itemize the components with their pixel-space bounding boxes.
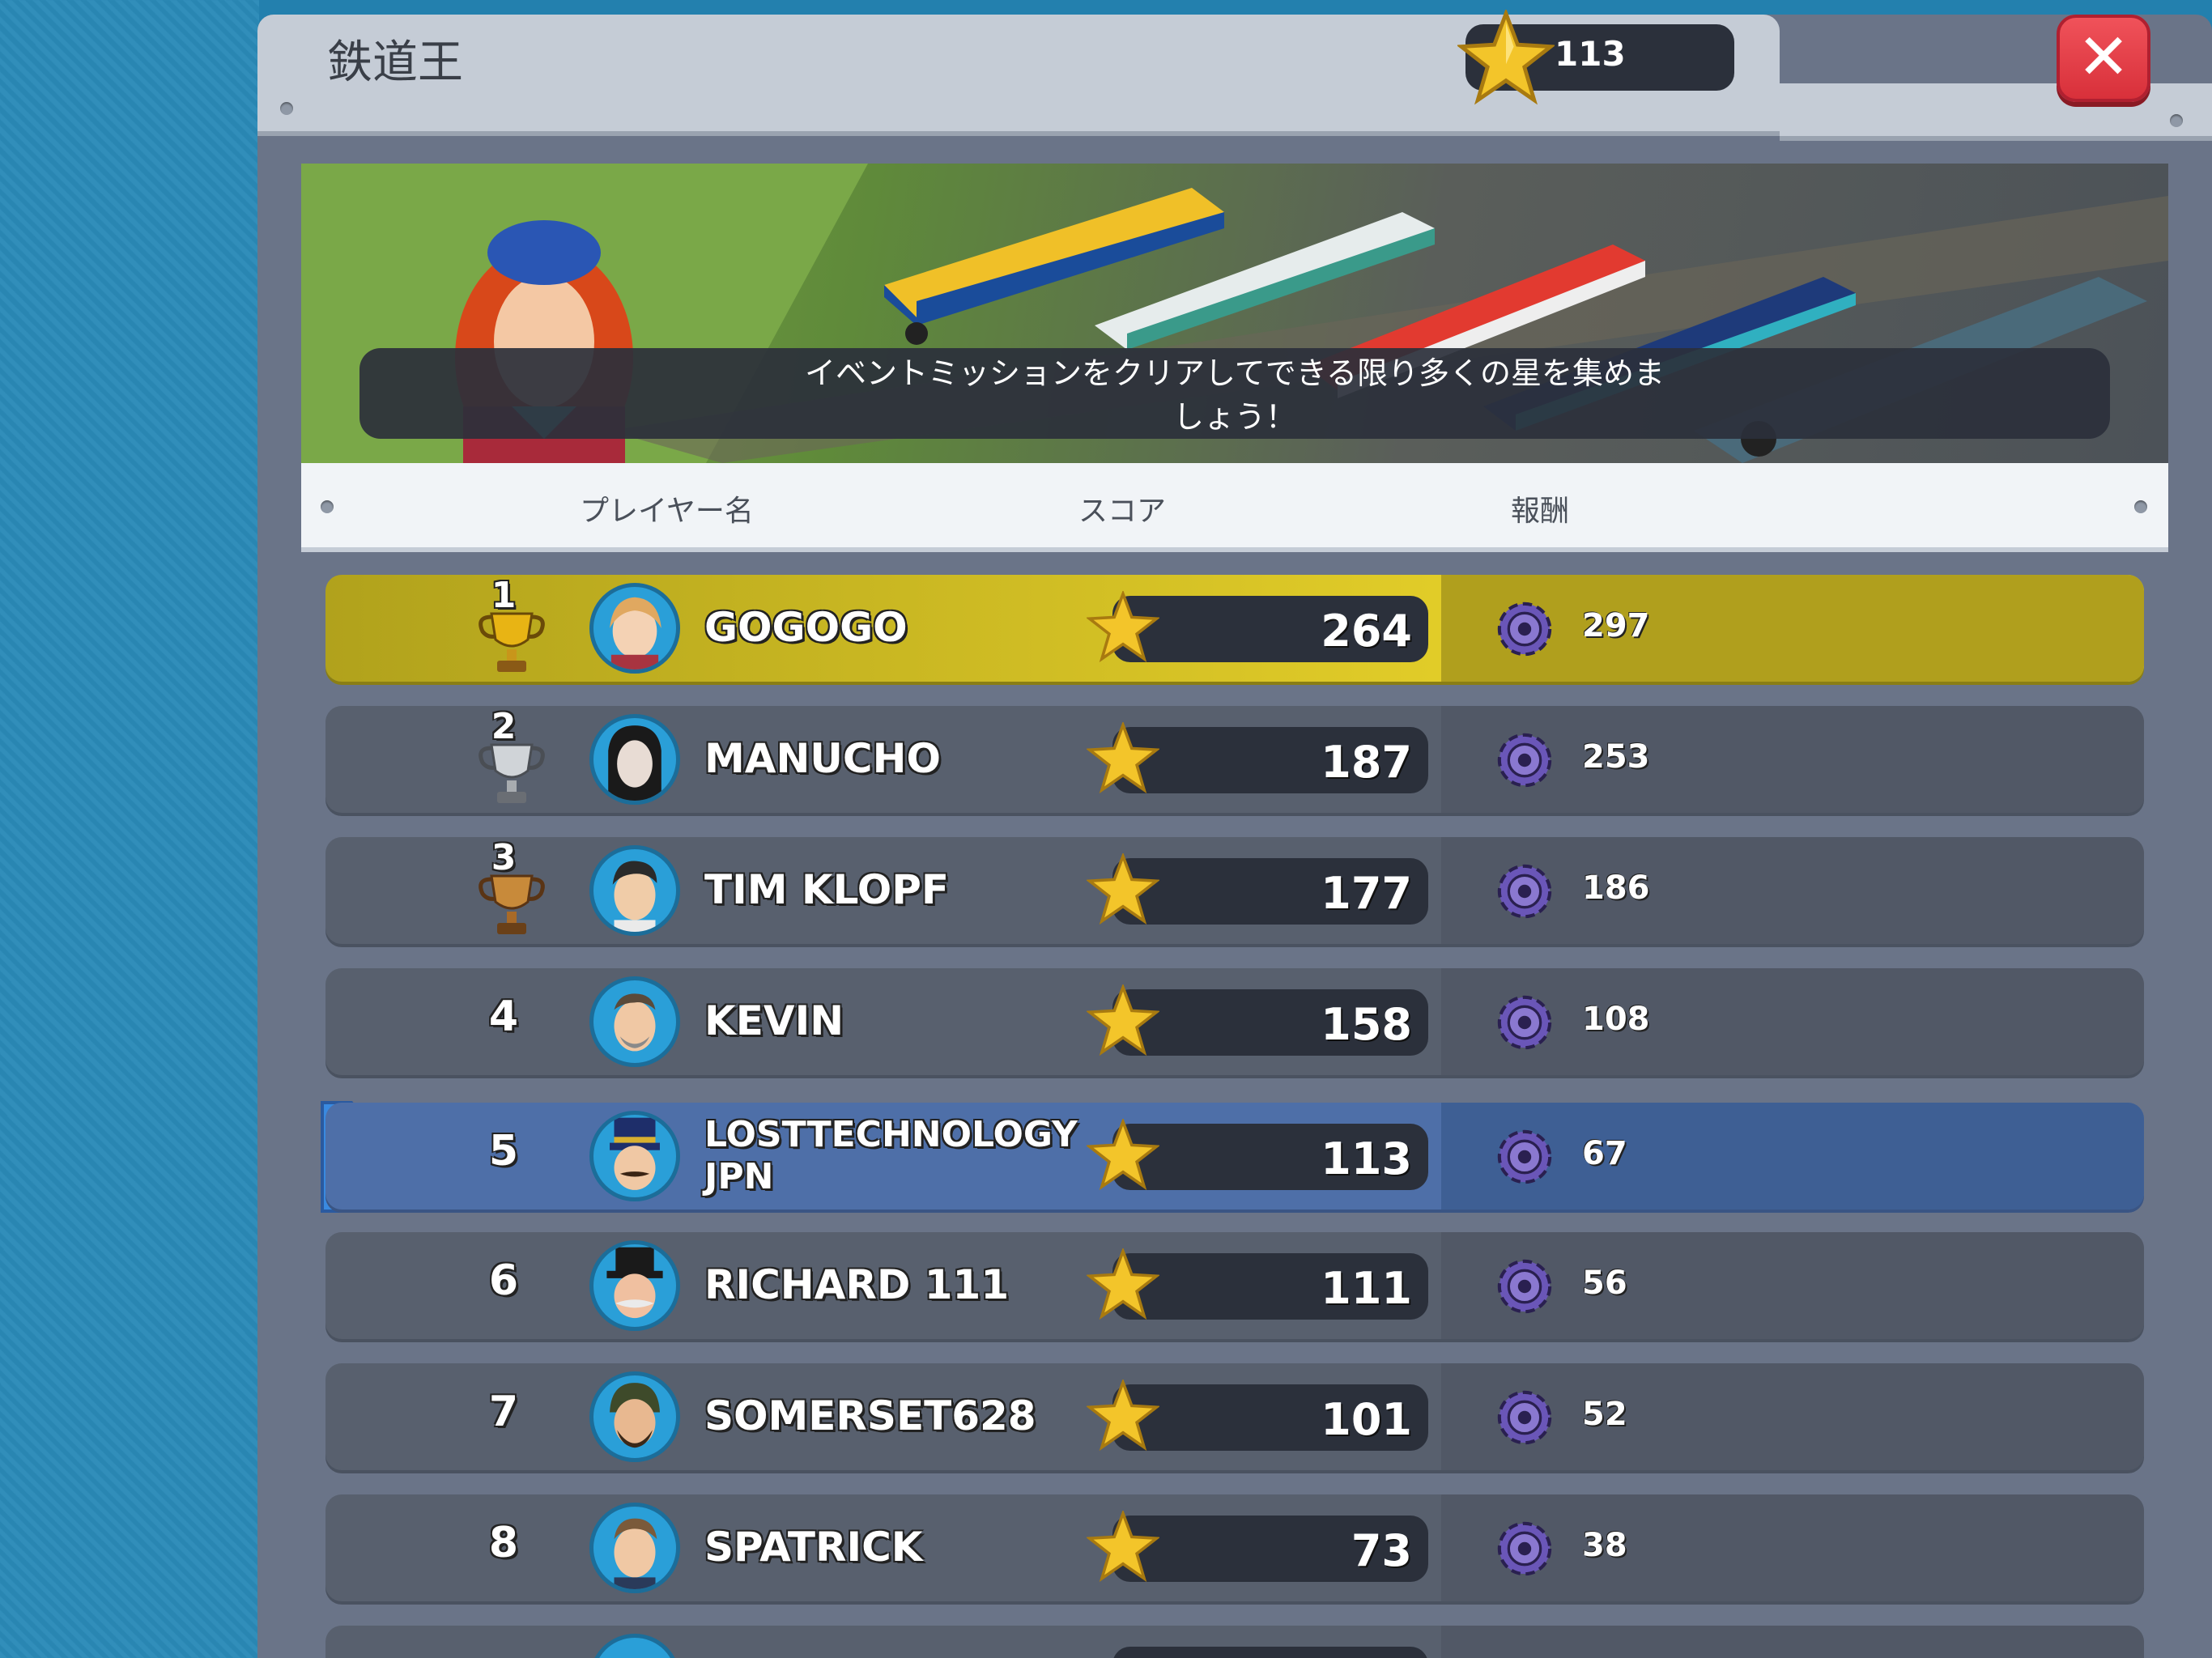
rank-number: 7 [488, 1388, 519, 1436]
screw-decoration [2170, 114, 2183, 127]
avatar[interactable] [589, 1371, 680, 1462]
avatar[interactable] [589, 1634, 680, 1658]
leaderboard-row[interactable]: 7 SOMERSET628 101 52 [325, 1363, 2144, 1470]
rank-number: 8 [488, 1519, 519, 1567]
player-name: RICHARD 111 [704, 1261, 1010, 1308]
rank-number: 2 [491, 706, 517, 747]
gear-reward-icon [1497, 733, 1552, 788]
page-title: 鉄道王 [327, 36, 463, 89]
avatar[interactable] [589, 976, 680, 1067]
score-pill [1112, 1647, 1428, 1658]
reward-value: 253 [1582, 738, 1650, 776]
star-icon [1087, 1380, 1159, 1452]
player-name: GOGOGO [704, 604, 908, 651]
leaderboard-row[interactable]: 2 MANUCHO 187 253 [325, 706, 2144, 813]
gear-reward-icon [1497, 1129, 1552, 1184]
gear-reward-icon [1497, 1521, 1552, 1576]
score-value: 187 [1321, 737, 1412, 788]
leaderboard-row[interactable] [325, 1626, 2144, 1658]
score-pill: 158 [1112, 989, 1428, 1056]
score-value: 111 [1321, 1263, 1412, 1314]
avatar[interactable] [589, 714, 680, 805]
rank-number: 1 [491, 575, 517, 616]
rank-number: 5 [488, 1127, 519, 1175]
gear-reward-icon [1497, 602, 1552, 657]
star-icon [1087, 1511, 1159, 1583]
leaderboard-row[interactable]: 4 KEVIN 158 108 [325, 968, 2144, 1075]
star-icon [1087, 1119, 1159, 1191]
gear-reward-icon [1497, 995, 1552, 1050]
star-icon [1087, 853, 1159, 925]
gear-reward-icon [1497, 864, 1552, 919]
column-header-reward: 報酬 [1511, 495, 1570, 528]
score-pill: 73 [1112, 1516, 1428, 1582]
gear-reward-icon [1497, 1259, 1552, 1314]
reward-value: 38 [1582, 1527, 1627, 1564]
reward-value: 67 [1582, 1135, 1627, 1172]
player-name-line1: LOSTTECHNOLOGY [704, 1114, 1078, 1155]
score-value: 73 [1351, 1525, 1412, 1576]
score-pill: 111 [1112, 1253, 1428, 1320]
reward-value: 52 [1582, 1396, 1627, 1433]
star-icon [1087, 722, 1159, 794]
gear-reward-icon [1497, 1390, 1552, 1445]
player-name: TIM KLOPF [704, 866, 950, 913]
star-icon [1087, 591, 1159, 663]
avatar[interactable] [589, 1111, 680, 1201]
score-value: 101 [1321, 1394, 1412, 1445]
star-icon [1457, 10, 1555, 105]
star-icon [1087, 1248, 1159, 1320]
player-name: KEVIN [704, 997, 844, 1044]
player-name: SPATRICK [704, 1524, 923, 1571]
banner-caption-line2: しょう！ [1172, 399, 1296, 435]
leaderboard-row[interactable]: 1 GOGOGO 264 297 [325, 575, 2144, 682]
banner-caption: イベントミッションをクリアしてできる限り多くの星を集めま しょう！ [359, 348, 2110, 439]
avatar[interactable] [589, 845, 680, 936]
column-header-score: スコア [1078, 495, 1167, 528]
score-pill: 187 [1112, 727, 1428, 793]
close-icon: ✕ [2077, 21, 2130, 94]
star-counter-value: 113 [1555, 34, 1626, 74]
score-pill: 101 [1112, 1384, 1428, 1451]
reward-value: 56 [1582, 1265, 1627, 1302]
column-header-player: プレイヤー名 [580, 495, 754, 528]
reward-value: 186 [1582, 869, 1650, 907]
reward-value: 297 [1582, 607, 1650, 644]
score-pill: 264 [1112, 596, 1428, 662]
banner-caption-line1: イベントミッションをクリアしてできる限り多くの星を集めま [804, 355, 1665, 391]
screw-decoration [2134, 500, 2147, 513]
player-name: SOMERSET628 [704, 1392, 1036, 1439]
star-icon [1087, 984, 1159, 1056]
score-value: 264 [1321, 606, 1412, 657]
avatar[interactable] [589, 1240, 680, 1331]
reward-value: 108 [1582, 1001, 1650, 1038]
reward-cell [1441, 1626, 2144, 1658]
player-name: MANUCHO [704, 735, 941, 782]
player-name-line2: JPN [704, 1156, 774, 1197]
score-value: 113 [1321, 1133, 1412, 1184]
rank-number: 6 [488, 1256, 519, 1305]
column-headers: プレイヤー名 スコア 報酬 [301, 463, 2168, 552]
score-pill: 113 [1112, 1124, 1428, 1190]
avatar[interactable] [589, 583, 680, 674]
score-value: 158 [1321, 999, 1412, 1050]
player-name: LOSTTECHNOLOGY JPN [704, 1114, 1078, 1198]
score-pill: 177 [1112, 858, 1428, 925]
screw-decoration [280, 102, 293, 115]
leaderboard-row-current-player[interactable]: 5 LOSTTECHNOLOGY JPN 113 67 [325, 1103, 2144, 1209]
avatar[interactable] [589, 1503, 680, 1593]
close-button[interactable]: ✕ [2057, 15, 2150, 102]
rank-number: 4 [488, 993, 519, 1041]
event-banner: イベントミッションをクリアしてできる限り多くの星を集めま しょう！ [301, 164, 2168, 463]
leaderboard-row[interactable]: 3 TIM KLOPF 177 186 [325, 837, 2144, 944]
score-value: 177 [1321, 868, 1412, 919]
screw-decoration [321, 500, 334, 513]
leaderboard-row[interactable]: 8 SPATRICK 73 38 [325, 1494, 2144, 1601]
leaderboard-row[interactable]: 6 RICHARD 111 111 56 [325, 1232, 2144, 1339]
rank-number: 3 [491, 837, 517, 878]
